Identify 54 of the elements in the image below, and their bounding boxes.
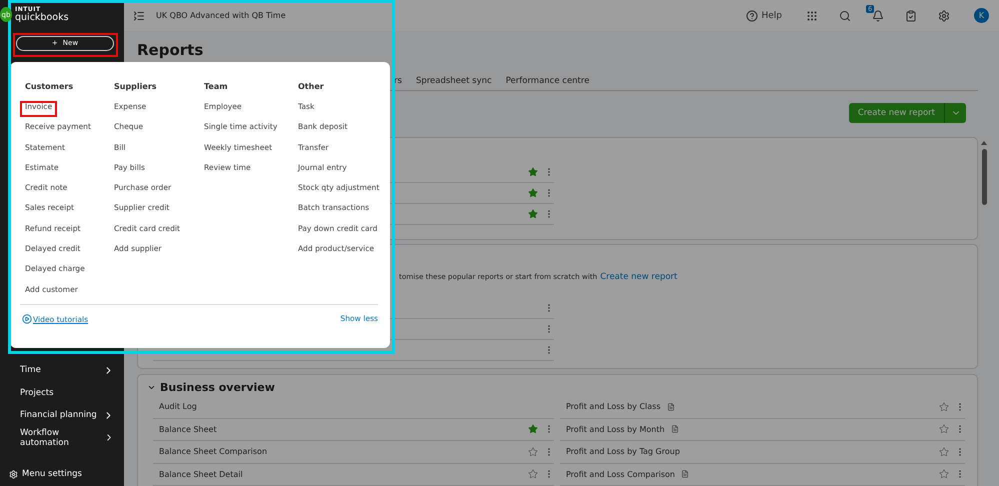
sidebar-item[interactable]: Financial planning (0, 404, 124, 426)
report-name: Balance Sheet (159, 424, 217, 434)
report-row[interactable]: Profit and Loss by Tag Group (560, 441, 965, 464)
report-row[interactable]: Audit Log (153, 396, 554, 418)
report-name: Balance Sheet Comparison (159, 447, 268, 456)
star-icon[interactable] (939, 402, 949, 412)
star-icon[interactable] (528, 424, 538, 434)
settings-icon[interactable] (938, 10, 950, 22)
clipboard-icon[interactable] (905, 10, 917, 22)
play-icon (22, 314, 32, 324)
report-row[interactable]: Profit and Loss Comparison (560, 464, 965, 486)
logo-product: quickbooks (15, 13, 69, 22)
sidebar-item[interactable]: Time (0, 359, 124, 382)
report-row[interactable]: Balance Sheet (153, 418, 554, 441)
gear-icon (9, 470, 18, 478)
report-name: Balance Sheet Detail (159, 470, 243, 479)
report-name: Profit and Loss Comparison (566, 470, 675, 479)
help-link[interactable]: Help (746, 10, 782, 22)
menu-icon[interactable] (133, 10, 145, 22)
menu-heading: Suppliers (114, 82, 158, 93)
report-row[interactable]: Profit and Loss by Month (560, 418, 965, 441)
bell-icon[interactable] (872, 10, 884, 22)
tab[interactable]: rs (394, 76, 402, 90)
help-icon (746, 10, 758, 22)
star-icon[interactable] (939, 469, 949, 480)
report-row[interactable]: Profit and Loss by Class (560, 396, 965, 418)
page-title: Reports (137, 41, 204, 59)
sidebar-item[interactable]: Projects (0, 382, 124, 404)
report-row[interactable]: Balance Sheet Comparison (153, 441, 554, 464)
company-name: UK QBO Advanced with QB Time (156, 11, 287, 20)
menu-heading: Team (204, 82, 229, 93)
menu-heading: Customers (25, 82, 74, 93)
report-row[interactable]: Balance Sheet Detail (153, 464, 554, 486)
tab[interactable]: Spreadsheet sync (416, 76, 492, 90)
create-report-link[interactable]: Create new report (600, 272, 678, 282)
apps-icon[interactable] (806, 10, 818, 22)
sidebar-item[interactable]: Workflow automation (0, 426, 124, 449)
report-name: Profit and Loss by Tag Group (566, 447, 680, 456)
star-icon[interactable] (528, 469, 538, 480)
search-icon[interactable] (839, 10, 851, 22)
report-name: Audit Log (159, 402, 197, 412)
section-title: Business overview (160, 380, 275, 394)
report-name: Profit and Loss by Class (566, 402, 660, 412)
star-icon[interactable] (939, 446, 949, 457)
star-icon[interactable] (528, 209, 538, 219)
menu-heading: Other (298, 82, 325, 93)
tab[interactable]: Performance centre (506, 76, 590, 90)
avatar[interactable]: K (974, 8, 989, 23)
star-icon[interactable] (528, 188, 538, 198)
star-icon[interactable] (528, 167, 538, 177)
star-icon[interactable] (528, 446, 538, 457)
star-icon[interactable] (939, 424, 949, 434)
report-name: Profit and Loss by Month (566, 424, 665, 434)
dropdown-button[interactable] (944, 103, 966, 123)
